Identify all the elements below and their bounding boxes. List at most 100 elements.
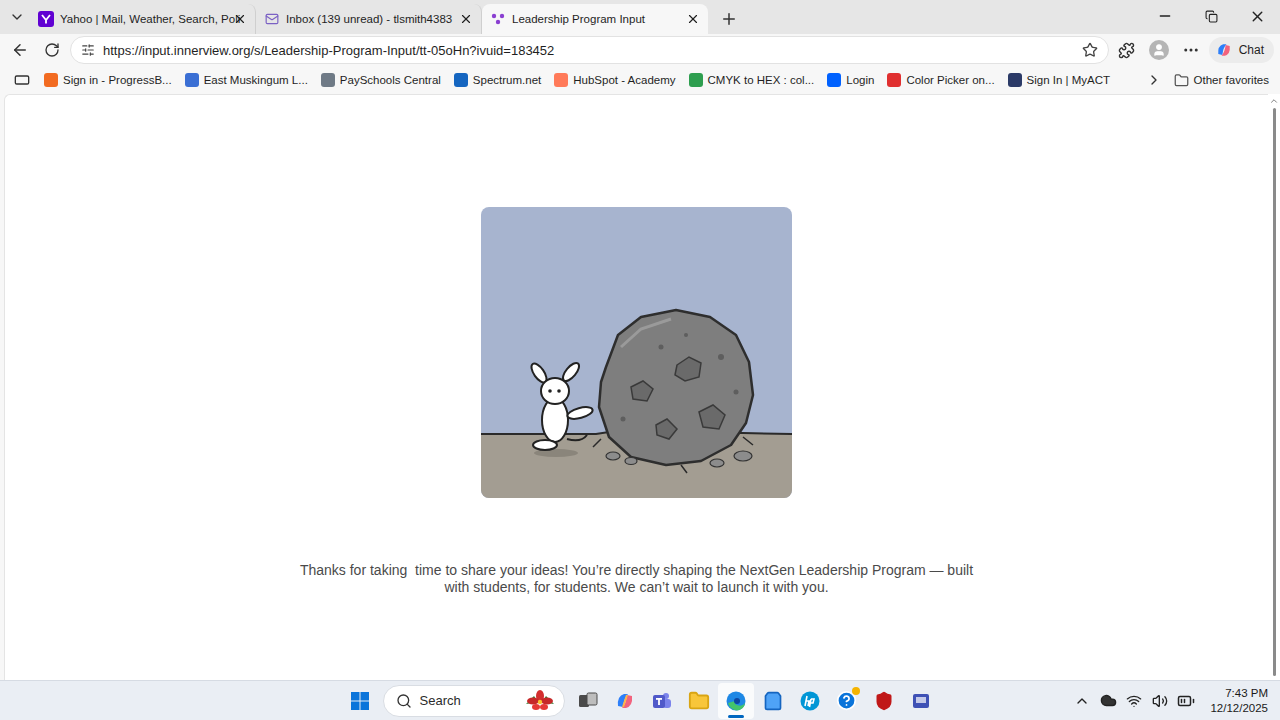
browser-tab[interactable]: Inbox (139 unread) - tlsmith4383 — [256, 4, 482, 34]
taskbar: Search 7:43 PM12/12/2025 — [0, 680, 1280, 720]
mail-icon — [264, 11, 280, 27]
taskbar-search[interactable]: Search — [383, 685, 565, 717]
browser-tab[interactable]: Leadership Program Input — [482, 4, 708, 34]
site-info-icon[interactable] — [81, 43, 95, 57]
taskbar-app[interactable] — [570, 683, 606, 719]
copilot-icon — [1215, 41, 1233, 59]
close-tab-icon[interactable] — [233, 12, 247, 26]
favicon-icon — [44, 73, 58, 87]
url-text: https://input.innerview.org/s/Leadership… — [103, 43, 1074, 58]
edge-icon — [725, 690, 747, 712]
favorite-item[interactable]: HubSpot - Academy — [549, 71, 680, 89]
chat-button[interactable]: Chat — [1209, 37, 1274, 63]
scroll-up-icon[interactable] — [1269, 96, 1279, 106]
reading-view-button[interactable] — [8, 66, 36, 94]
cloud-icon — [1100, 692, 1117, 709]
favorite-item[interactable]: Login — [822, 71, 879, 89]
battery-icon — [1177, 692, 1195, 710]
clock-date: 12/12/2025 — [1210, 701, 1268, 716]
taskbar-app[interactable] — [644, 683, 680, 719]
remote-app-icon — [910, 690, 932, 712]
close-icon — [1249, 8, 1266, 25]
poinsettia-icon — [524, 690, 556, 712]
profile-avatar — [1149, 40, 1169, 60]
chevron-right-icon — [1146, 72, 1162, 88]
thank-you-page: Thanks for taking time to share your ide… — [4, 94, 1268, 680]
clock[interactable]: 7:43 PM12/12/2025 — [1202, 686, 1272, 716]
favorite-item[interactable]: Sign in - ProgressB... — [39, 71, 177, 89]
profile-button[interactable] — [1145, 36, 1173, 64]
start-button[interactable] — [342, 683, 378, 719]
back-arrow-icon — [11, 41, 29, 59]
browser-tab[interactable]: Yahoo | Mail, Weather, Search, Poli — [30, 4, 256, 34]
favorite-star-icon[interactable] — [1082, 42, 1098, 58]
favicon-icon — [454, 73, 468, 87]
taskbar-app[interactable] — [829, 683, 865, 719]
boulder-illustration — [481, 207, 792, 498]
favorite-label: Sign In | MyACT — [1027, 74, 1111, 86]
favorites-overflow-button[interactable] — [1142, 68, 1166, 92]
taskbar-app[interactable] — [681, 683, 717, 719]
tab-actions-button[interactable] — [4, 2, 30, 32]
volume-icon — [1152, 693, 1168, 709]
address-bar[interactable]: https://input.innerview.org/s/Leadership… — [70, 36, 1109, 64]
favorites-bar: Sign in - ProgressB... East Muskingum L..… — [0, 66, 1280, 94]
thank-you-message: Thanks for taking time to share your ide… — [297, 562, 977, 596]
favorite-item[interactable]: Spectrum.net — [449, 71, 546, 89]
taskbar-app[interactable] — [607, 683, 643, 719]
volume-button[interactable] — [1150, 689, 1170, 713]
file-explorer-icon — [688, 690, 710, 712]
onedrive-button[interactable] — [1098, 689, 1118, 713]
wifi-button[interactable] — [1124, 689, 1144, 713]
favorite-item[interactable]: East Muskingum L... — [180, 71, 313, 89]
scrollbar[interactable] — [1268, 94, 1280, 680]
close-tab-icon[interactable] — [459, 12, 473, 26]
system-tray: 7:43 PM12/12/2025 — [939, 686, 1273, 716]
extensions-button[interactable] — [1113, 36, 1141, 64]
chevron-up-icon — [1074, 693, 1090, 709]
favorite-label: East Muskingum L... — [204, 74, 308, 86]
favicon-icon — [827, 73, 841, 87]
task-view-icon — [577, 690, 599, 712]
back-button[interactable] — [6, 36, 34, 64]
taskbar-app[interactable] — [718, 683, 754, 719]
other-favorites[interactable]: Other favorites — [1169, 71, 1274, 90]
mcafee-icon — [874, 691, 894, 711]
battery-button[interactable] — [1176, 689, 1196, 713]
wifi-icon — [1126, 693, 1142, 709]
tab-label: Yahoo | Mail, Weather, Search, Poli — [60, 13, 227, 25]
taskbar-app[interactable] — [866, 683, 902, 719]
browser-window: Yahoo | Mail, Weather, Search, Poli Inbox… — [0, 0, 1280, 720]
more-button[interactable] — [1177, 36, 1205, 64]
restore-icon — [1205, 10, 1218, 23]
minimize-icon — [1157, 8, 1173, 24]
taskbar-apps: Search — [342, 683, 939, 719]
plus-icon — [720, 10, 738, 28]
close-window-button[interactable] — [1234, 0, 1280, 32]
show-hidden-icons-button[interactable] — [1072, 689, 1092, 713]
clock-time: 7:43 PM — [1225, 686, 1268, 701]
favicon-icon — [1008, 73, 1022, 87]
refresh-button[interactable] — [38, 36, 66, 64]
close-tab-icon[interactable] — [686, 12, 700, 26]
restore-button[interactable] — [1188, 0, 1234, 32]
taskbar-app[interactable] — [755, 683, 791, 719]
tab-label: Leadership Program Input — [512, 13, 680, 25]
navigation-toolbar: https://input.innerview.org/s/Leadership… — [0, 34, 1280, 66]
favorite-label: CMYK to HEX : col... — [708, 74, 815, 86]
favorite-item[interactable]: CMYK to HEX : col... — [684, 71, 820, 89]
user-icon — [1152, 43, 1166, 57]
favorite-item[interactable]: Color Picker on... — [882, 71, 999, 89]
taskbar-app[interactable] — [792, 683, 828, 719]
taskbar-app[interactable] — [903, 683, 939, 719]
folder-icon — [1174, 73, 1189, 88]
ellipsis-icon — [1182, 41, 1200, 59]
new-tab-button[interactable] — [714, 4, 744, 34]
favorite-item[interactable]: PaySchools Central — [316, 71, 446, 89]
favorite-item[interactable]: Sign In | MyACT — [1003, 71, 1116, 89]
favicon-icon — [185, 73, 199, 87]
minimize-button[interactable] — [1142, 0, 1188, 32]
yahoo-logo-icon — [38, 11, 54, 27]
favicon-icon — [887, 73, 901, 87]
scroll-thumb[interactable] — [1273, 108, 1276, 676]
